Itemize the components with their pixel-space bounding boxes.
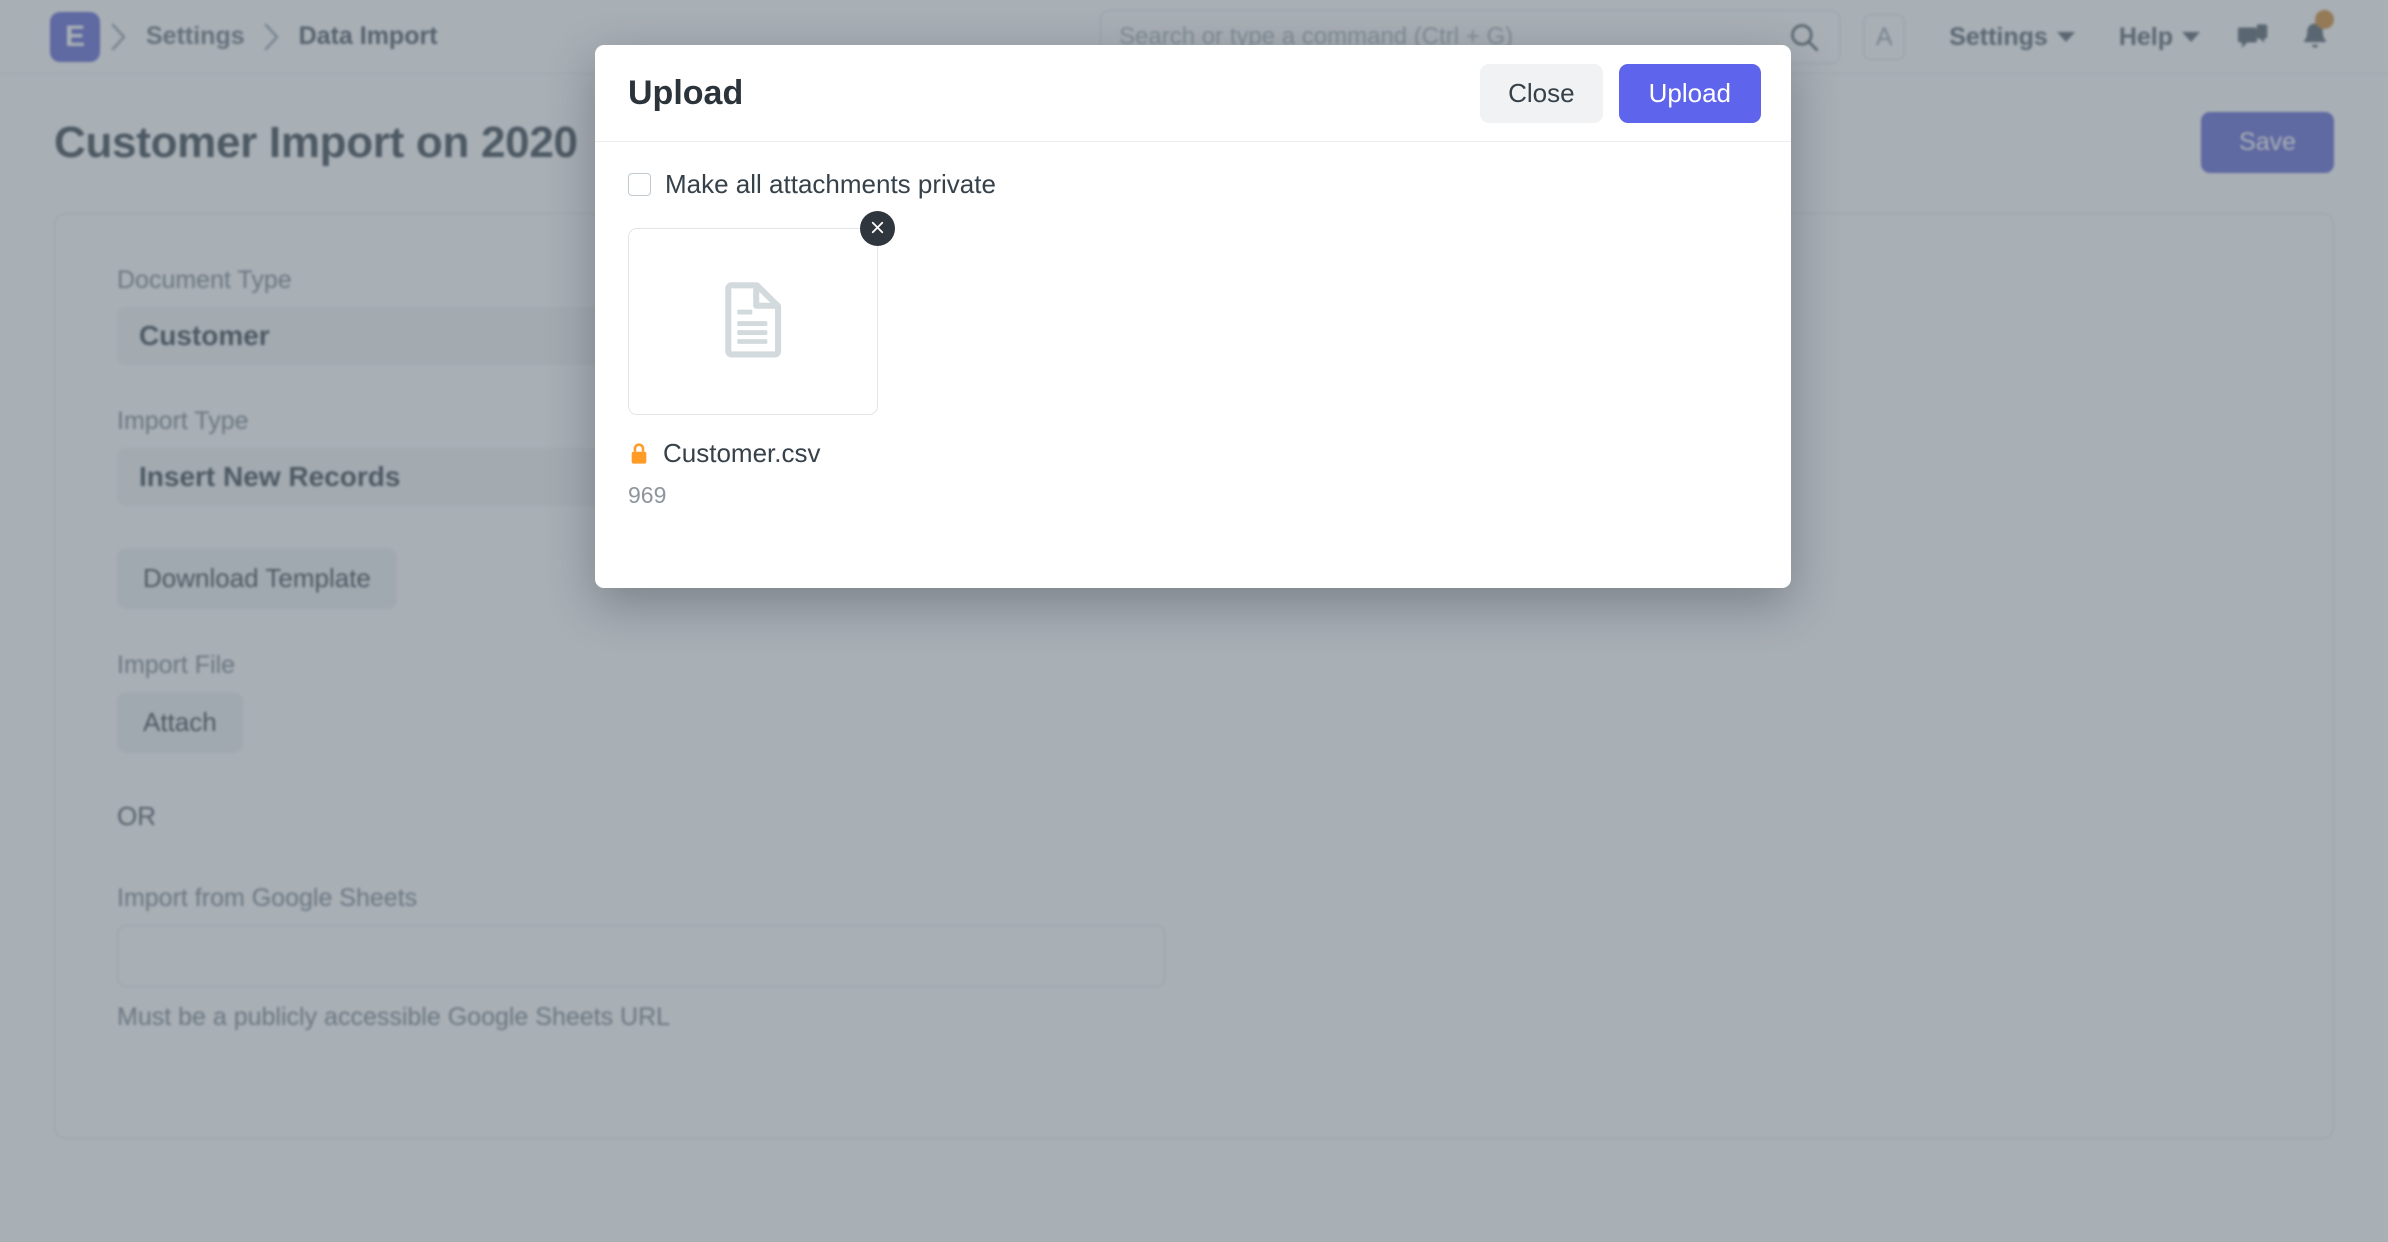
lock-icon — [628, 441, 650, 467]
modal-actions: Close Upload — [1480, 64, 1761, 123]
file-size: 969 — [628, 482, 1758, 509]
make-private-row: Make all attachments private — [628, 169, 1758, 200]
modal-body: Make all attachments private — [595, 142, 1791, 588]
close-icon — [868, 218, 887, 240]
upload-button[interactable]: Upload — [1619, 64, 1761, 123]
file-name[interactable]: Customer.csv — [663, 438, 821, 469]
file-preview-card[interactable] — [628, 228, 878, 415]
modal-title: Upload — [628, 74, 743, 113]
close-button[interactable]: Close — [1480, 64, 1602, 123]
make-private-checkbox[interactable] — [628, 173, 651, 196]
file-name-row: Customer.csv — [628, 438, 1758, 469]
make-private-label: Make all attachments private — [665, 169, 996, 200]
uploaded-file-item — [628, 228, 878, 415]
app-root: E Settings Data Import A Settings — [0, 0, 2388, 1242]
upload-modal: Upload Close Upload Make all attachments… — [595, 45, 1791, 588]
modal-header: Upload Close Upload — [595, 45, 1791, 142]
remove-file-button[interactable] — [860, 211, 895, 246]
document-file-icon — [710, 276, 796, 367]
